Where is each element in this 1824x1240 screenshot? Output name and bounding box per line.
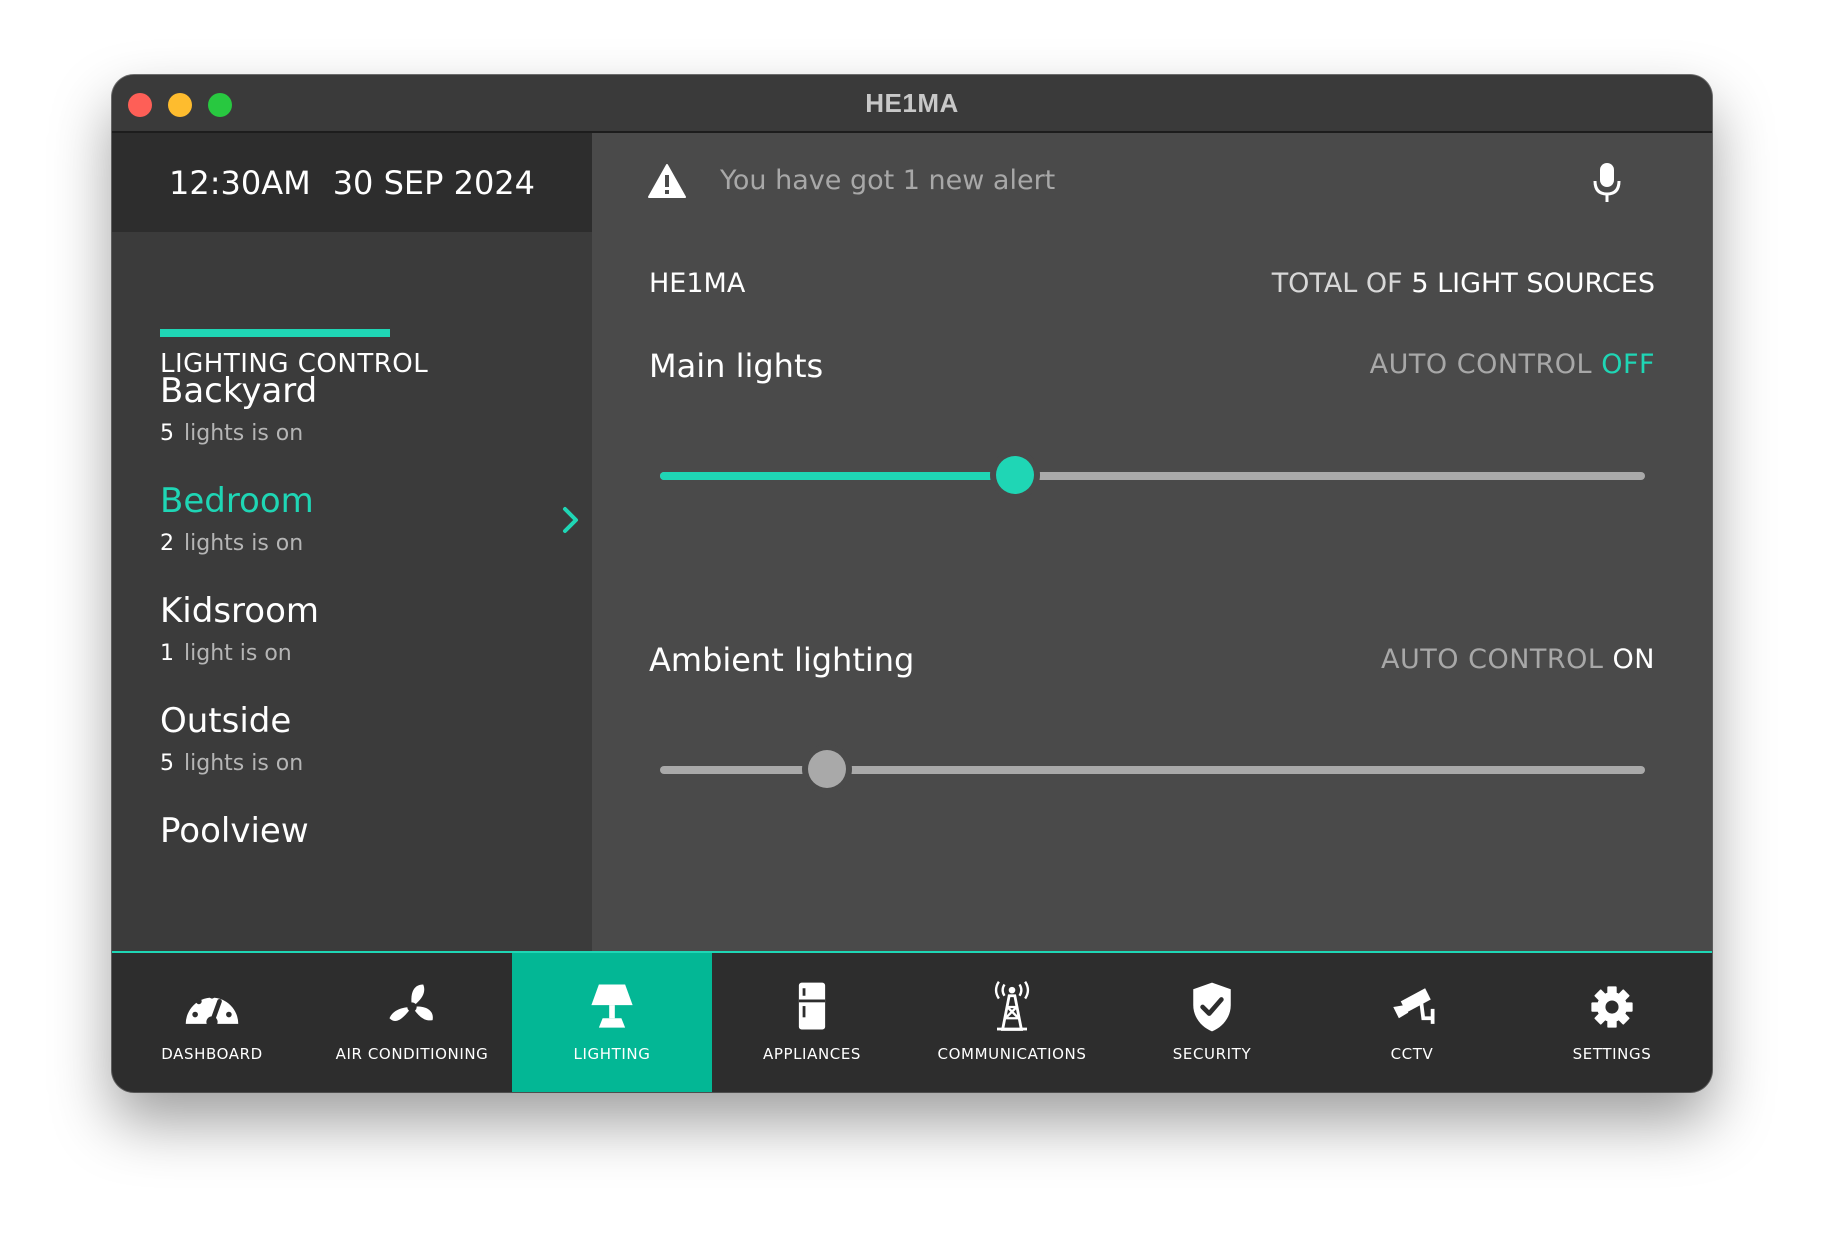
room-item-poolview[interactable]: Poolview (160, 811, 560, 851)
light-source-total: TOTAL OF 5 LIGHT SOURCES (1272, 268, 1655, 299)
auto-control-label: AUTO CONTROL (1381, 644, 1604, 675)
room-item-kidsroom[interactable]: Kidsroom 1 light is on (160, 591, 560, 666)
auto-control-state: OFF (1601, 349, 1655, 380)
auto-control-state: ON (1612, 644, 1655, 675)
room-status: 2 lights is on (160, 531, 560, 556)
clock-time: 12:30AM (168, 163, 311, 202)
clock: 12:30AM 30 SEP 2024 (112, 133, 592, 232)
nav-item-cctv[interactable]: CCTV (1312, 953, 1512, 1092)
section-accent-bar (160, 329, 390, 337)
nav-item-appliances[interactable]: APPLIANCES (712, 953, 912, 1092)
home-name: HE1MA (649, 268, 746, 299)
fan-icon (380, 979, 444, 1035)
room-name: Kidsroom (160, 591, 319, 631)
room-light-count: 2 (160, 531, 174, 556)
nav-label: LIGHTING (573, 1045, 651, 1063)
slider-handle[interactable] (995, 456, 1034, 494)
room-status-text: lights is on (184, 421, 304, 446)
clock-date: 30 SEP 2024 (332, 163, 536, 202)
chevron-right-icon (563, 507, 578, 533)
nav-item-lighting[interactable]: LIGHTING (512, 953, 712, 1092)
lamp-icon (580, 979, 644, 1035)
total-value: 5 LIGHT SOURCES (1411, 268, 1655, 299)
nav-label: APPLIANCES (762, 1045, 862, 1063)
room-light-count: 5 (160, 421, 174, 446)
room-name: Backyard (160, 371, 318, 411)
ambient-lighting-slider[interactable] (660, 750, 1645, 790)
microphone-icon[interactable] (1592, 161, 1622, 205)
alert-message[interactable]: You have got 1 new alert (720, 165, 1055, 196)
nav-item-security[interactable]: SECURITY (1112, 953, 1312, 1092)
nav-label: CCTV (1390, 1045, 1434, 1063)
nav-label: SETTINGS (1572, 1045, 1652, 1063)
nav-item-air-conditioning[interactable]: AIR CONDITIONING (312, 953, 512, 1092)
app-window: HE1MA 12:30AM 30 SEP 2024 LIGHTING CONTR… (112, 75, 1712, 1092)
room-status-text: light is on (184, 641, 292, 666)
total-prefix: TOTAL OF (1271, 268, 1403, 299)
room-name: Bedroom (160, 481, 314, 521)
sidebar: 12:30AM 30 SEP 2024 LIGHTING CONTROL Bac… (112, 133, 592, 951)
room-status-text: lights is on (184, 751, 304, 776)
room-status: 1 light is on (160, 641, 560, 666)
bottom-nav: DASHBOARD AIR CONDITIONING LIGHTING APPL… (112, 951, 1712, 1092)
nav-label: SECURITY (1172, 1045, 1252, 1063)
main-lights-title: Main lights (649, 347, 824, 385)
ambient-lighting-auto-control[interactable]: AUTO CONTROL ON (1381, 644, 1655, 675)
title-bar: HE1MA (112, 75, 1712, 133)
slider-fill (660, 472, 1015, 480)
nav-item-communications[interactable]: COMMUNICATIONS (912, 953, 1112, 1092)
main-lights-slider[interactable] (660, 456, 1645, 496)
nav-label: COMMUNICATIONS (937, 1045, 1087, 1063)
window-title: HE1MA (865, 88, 959, 118)
room-name: Outside (160, 701, 292, 741)
slider-handle[interactable] (808, 750, 847, 788)
room-status: 5 lights is on (160, 421, 560, 446)
auto-control-label: AUTO CONTROL (1369, 349, 1593, 380)
camera-icon (1380, 979, 1444, 1035)
nav-label: AIR CONDITIONING (335, 1045, 489, 1063)
room-item-backyard[interactable]: Backyard 5 lights is on (160, 371, 560, 446)
room-name: Poolview (160, 811, 309, 851)
lighting-panel: You have got 1 new alert HE1MA TOTAL OF … (592, 133, 1712, 951)
room-status: 5 lights is on (160, 751, 560, 776)
antenna-icon (980, 979, 1044, 1035)
room-light-count: 5 (160, 751, 174, 776)
fridge-icon (780, 979, 844, 1035)
room-item-outside[interactable]: Outside 5 lights is on (160, 701, 560, 776)
gear-icon (1580, 979, 1644, 1035)
room-status-text: lights is on (184, 531, 304, 556)
room-item-bedroom[interactable]: Bedroom 2 lights is on (160, 481, 578, 556)
room-light-count: 1 (160, 641, 174, 666)
nav-item-dashboard[interactable]: DASHBOARD (112, 953, 312, 1092)
ambient-lighting-title: Ambient lighting (649, 641, 915, 679)
nav-item-settings[interactable]: SETTINGS (1512, 953, 1712, 1092)
warning-triangle-icon[interactable] (648, 163, 686, 199)
shield-check-icon (1180, 979, 1244, 1035)
gauge-icon (180, 979, 244, 1035)
main-lights-auto-control[interactable]: AUTO CONTROL OFF (1370, 349, 1655, 380)
nav-label: DASHBOARD (161, 1045, 263, 1063)
